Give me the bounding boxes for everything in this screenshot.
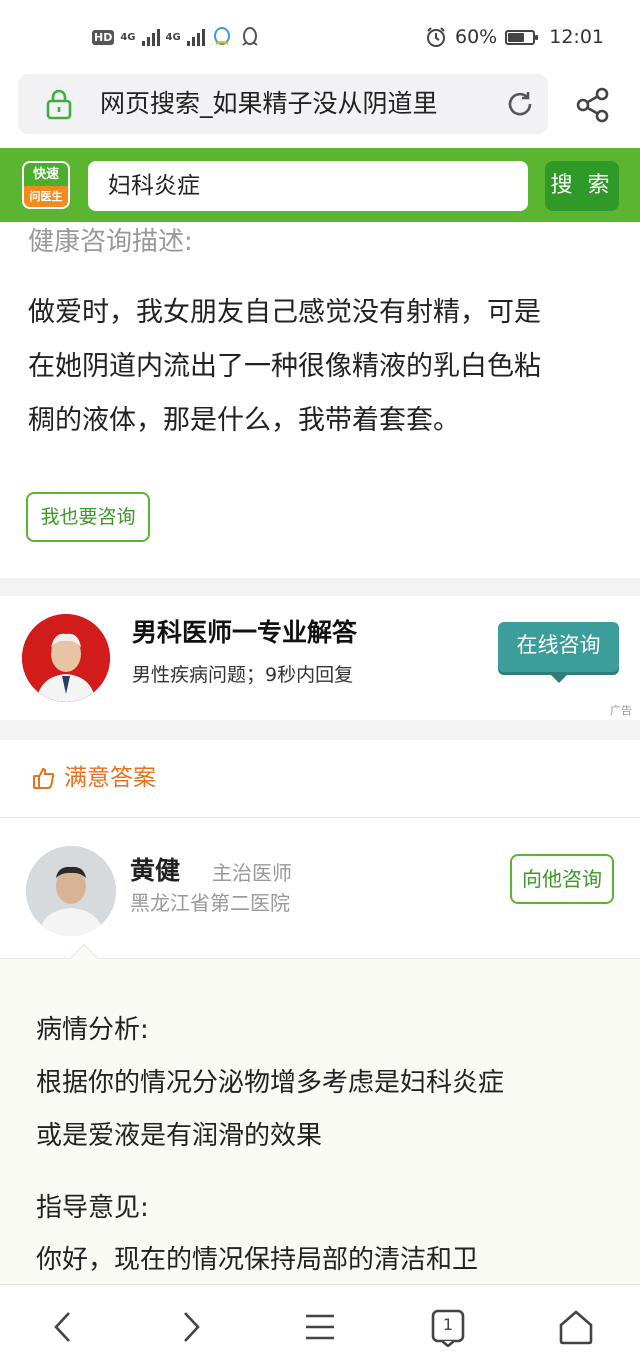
- search-button[interactable]: 搜 索: [545, 161, 619, 211]
- consult-button-pointer: [548, 672, 570, 683]
- lock-icon: [46, 89, 72, 120]
- doctor-name[interactable]: 黄健: [130, 852, 180, 890]
- battery-icon: [505, 29, 539, 45]
- chat-notification-icon: [213, 27, 230, 45]
- doctor-title: 主治医师: [212, 861, 292, 885]
- menu-icon[interactable]: [300, 1307, 340, 1347]
- guidance-line: 你好，现在的情况保持局部的清洁和卫: [36, 1245, 479, 1275]
- guidance-label: 指导意见:: [36, 1193, 149, 1223]
- qq-notification-icon: [242, 27, 258, 46]
- alarm-icon: [427, 27, 445, 47]
- address-text[interactable]: 网页搜索_如果精子没从阴道里: [100, 74, 490, 134]
- question-body: 做爱时，我女朋友自己感觉没有射精，可是 在她阴道内流出了一种很像精液的乳白色粘 …: [28, 286, 618, 448]
- section-divider: [0, 720, 640, 740]
- ad-tag: 广告: [610, 704, 632, 717]
- question-label: 健康咨询描述:: [28, 227, 193, 257]
- reload-icon[interactable]: [504, 88, 536, 120]
- doctor-portrait-icon: [26, 846, 116, 936]
- status-right-icons: 60% 12:01: [425, 22, 604, 52]
- doctor-hospital: 黑龙江省第二医院: [130, 891, 290, 915]
- forward-icon[interactable]: [170, 1307, 210, 1347]
- address-bar[interactable]: 网页搜索_如果精子没从阴道里: [18, 74, 548, 134]
- network-type-2: 4G: [165, 31, 181, 43]
- bottom-navigation: 1: [0, 1284, 640, 1368]
- battery-percent: 60%: [455, 26, 498, 48]
- back-icon[interactable]: [44, 1307, 84, 1347]
- tab-count: 1: [442, 1315, 454, 1334]
- network-type-1: 4G: [120, 31, 136, 43]
- doctor-avatar[interactable]: [26, 846, 116, 936]
- ad-doctor-avatar[interactable]: [22, 614, 110, 702]
- question-line: 稠的液体，那是什么，我带着套套。: [28, 405, 460, 436]
- signal-icon: [186, 28, 205, 46]
- site-search-bar: 快速 问医生 妇科炎症 搜 索: [0, 148, 640, 222]
- share-icon[interactable]: [572, 84, 614, 126]
- logo-bottom-text: 问医生: [24, 186, 68, 207]
- thumbs-up-icon: [33, 767, 55, 789]
- analysis-line: 或是爱液是有润滑的效果: [36, 1121, 323, 1151]
- satisfied-answer-label: 满意答案: [64, 765, 156, 791]
- battery-fill: [508, 32, 524, 42]
- site-logo[interactable]: 快速 问医生: [22, 161, 70, 209]
- logo-top-text: 快速: [24, 163, 68, 186]
- question-line: 做爱时，我女朋友自己感觉没有射精，可是: [28, 297, 541, 328]
- section-divider: [0, 578, 640, 596]
- hd-badge: HD: [92, 29, 115, 45]
- analysis-line: 根据你的情况分泌物增多考虑是妇科炎症: [36, 1068, 505, 1098]
- signal-icon: [141, 28, 160, 46]
- status-left-icons: HD 4G 4G: [92, 22, 261, 52]
- ask-doctor-button[interactable]: 向他咨询: [510, 854, 614, 904]
- clock: 12:01: [549, 26, 604, 48]
- online-consult-button[interactable]: 在线咨询: [498, 622, 619, 672]
- satisfied-answer-header: 满意答案: [0, 740, 640, 818]
- i-want-to-consult-button[interactable]: 我也要咨询: [26, 492, 150, 542]
- ad-subtitle: 男性疾病问题；9秒内回复: [132, 664, 354, 686]
- question-line: 在她阴道内流出了一种很像精液的乳白色粘: [28, 351, 541, 382]
- ad-title[interactable]: 男科医师一专业解答: [132, 614, 357, 652]
- doctor-portrait-icon: [22, 614, 110, 702]
- analysis-label: 病情分析:: [36, 1015, 149, 1045]
- status-bar: HD 4G 4G 60% 12:01: [0, 0, 640, 72]
- home-icon[interactable]: [556, 1307, 596, 1347]
- search-input[interactable]: 妇科炎症: [88, 161, 528, 211]
- tabs-button[interactable]: 1: [428, 1307, 468, 1348]
